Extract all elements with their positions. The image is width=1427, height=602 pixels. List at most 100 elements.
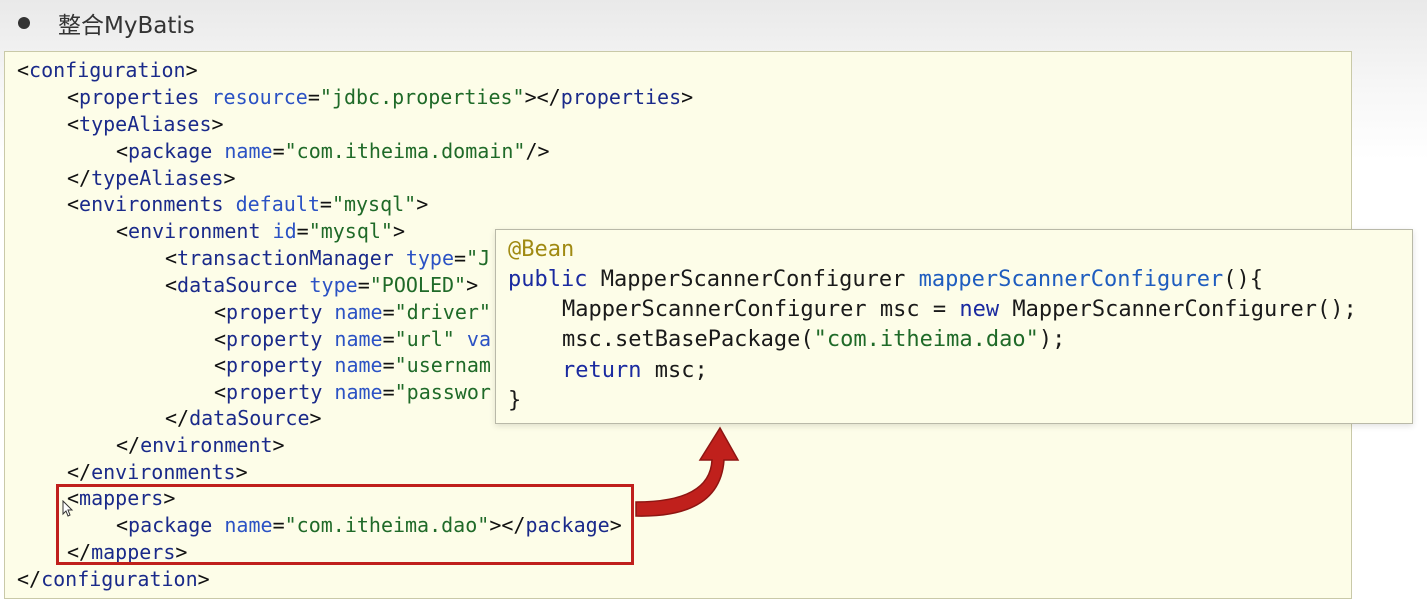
xml-value: "url"	[394, 327, 455, 351]
xml-punct: <	[67, 112, 80, 136]
xml-tag: property	[226, 380, 323, 404]
xml-value: "jdbc.properties"	[319, 85, 525, 109]
xml-punct: >	[466, 273, 479, 297]
xml-line-8: <transactionManager type="J	[165, 245, 490, 271]
java-string: "com.itheima.dao"	[813, 327, 1039, 352]
java-keyword: new	[959, 297, 1000, 322]
xml-punct: >	[309, 406, 322, 430]
xml-punct: =	[357, 273, 370, 297]
xml-value: "usernam	[394, 353, 491, 377]
xml-line-7: <environment id="mysql">	[116, 218, 405, 244]
heading-text: 整合MyBatis	[58, 13, 195, 39]
xml-tag: properties	[79, 85, 200, 109]
xml-tag: environments	[91, 460, 236, 484]
mappers-highlight-box	[56, 484, 634, 565]
java-code: msc;	[641, 358, 708, 383]
java-code: );	[1038, 327, 1066, 352]
xml-value: "com.itheima.domain"	[284, 139, 526, 163]
xml-tag: environments	[79, 192, 224, 216]
xml-punct: =	[382, 300, 395, 324]
xml-punct: </	[116, 433, 141, 457]
xml-punct: >	[211, 112, 224, 136]
xml-punct: ></	[524, 85, 561, 109]
xml-punct: <	[17, 58, 30, 82]
xml-attr: id	[272, 219, 297, 243]
xml-punct: =	[382, 380, 395, 404]
java-annotation: @Bean	[508, 237, 575, 262]
xml-attr: default	[235, 192, 320, 216]
xml-punct: <	[214, 300, 227, 324]
xml-punct: <	[67, 192, 80, 216]
xml-value: "passwor	[394, 380, 491, 404]
xml-tag: configuration	[29, 58, 186, 82]
xml-punct: <	[67, 85, 80, 109]
xml-punct: =	[307, 85, 320, 109]
red-curved-arrow-icon	[635, 426, 740, 517]
xml-punct: <	[116, 219, 129, 243]
xml-punct: >	[223, 166, 236, 190]
slide-heading: 整合MyBatis	[18, 6, 195, 40]
xml-line-16: </environments>	[67, 459, 248, 485]
java-type: MapperScannerConfigurer	[587, 267, 919, 292]
xml-tag: typeAliases	[79, 112, 212, 136]
xml-punct: </	[67, 460, 92, 484]
xml-punct: </	[67, 166, 92, 190]
xml-line-20: </configuration>	[17, 566, 210, 592]
xml-attr: type	[405, 246, 455, 270]
xml-line-15: </environment>	[116, 432, 285, 458]
java-punct: }	[508, 388, 522, 413]
xml-line-9: <dataSource type="POOLED">	[165, 272, 478, 298]
xml-punct: >	[392, 219, 406, 243]
java-line-6: }	[508, 386, 521, 416]
xml-punct: =	[272, 139, 285, 163]
java-punct: (){	[1223, 267, 1264, 292]
xml-tag: typeAliases	[91, 166, 224, 190]
xml-tag: transactionManager	[177, 246, 394, 270]
java-method-name: mapperScannerConfigurer	[918, 267, 1224, 292]
xml-punct: =	[454, 246, 467, 270]
xml-value: "J	[466, 246, 491, 270]
xml-tag: environment	[128, 219, 261, 243]
xml-line-3: <typeAliases>	[67, 111, 224, 137]
xml-punct: >	[185, 58, 198, 82]
xml-attr: name	[334, 380, 383, 404]
xml-punct: />	[525, 139, 550, 163]
xml-attr: va	[454, 327, 491, 351]
xml-punct: >	[681, 85, 694, 109]
xml-line-11: <property name="url" va	[214, 326, 491, 352]
java-line-4: msc.setBasePackage("com.itheima.dao");	[562, 325, 1065, 355]
xml-value: "mysql"	[331, 192, 417, 216]
xml-tag: environment	[140, 433, 273, 457]
xml-attr: name	[334, 353, 383, 377]
xml-tag: property	[226, 327, 323, 351]
xml-tag: configuration	[41, 567, 198, 591]
xml-value: "mysql"	[308, 219, 393, 243]
java-line-5: return msc;	[562, 356, 708, 386]
java-code: MapperScannerConfigurer();	[999, 297, 1357, 322]
xml-punct: >	[272, 433, 285, 457]
xml-tag: package	[128, 139, 213, 163]
xml-attr: name	[224, 139, 273, 163]
xml-line-5: </typeAliases>	[67, 165, 236, 191]
java-code: msc.setBasePackage(	[562, 327, 814, 352]
java-line-1: @Bean	[508, 235, 574, 265]
xml-attr: name	[334, 327, 383, 351]
xml-tag: properties	[560, 85, 682, 109]
xml-punct: <	[214, 353, 227, 377]
java-line-2: public MapperScannerConfigurer mapperSca…	[508, 265, 1263, 295]
java-keyword: public	[508, 267, 588, 292]
xml-line-4: <package name="com.itheima.domain"/>	[116, 138, 550, 164]
xml-punct: <	[165, 273, 178, 297]
xml-punct: <	[214, 380, 227, 404]
xml-line-2: <properties resource="jdbc.properties"><…	[67, 84, 693, 110]
mouse-cursor-icon	[62, 500, 74, 517]
bullet-icon	[18, 17, 30, 29]
xml-value: "driver"	[394, 300, 491, 324]
xml-line-13: <property name="passwor	[214, 379, 491, 405]
xml-punct: <	[116, 139, 129, 163]
xml-punct: </	[17, 567, 42, 591]
xml-line-1: <configuration>	[17, 57, 198, 83]
xml-value: "POOLED"	[369, 273, 467, 297]
xml-tag: property	[226, 353, 323, 377]
xml-punct: <	[165, 246, 178, 270]
